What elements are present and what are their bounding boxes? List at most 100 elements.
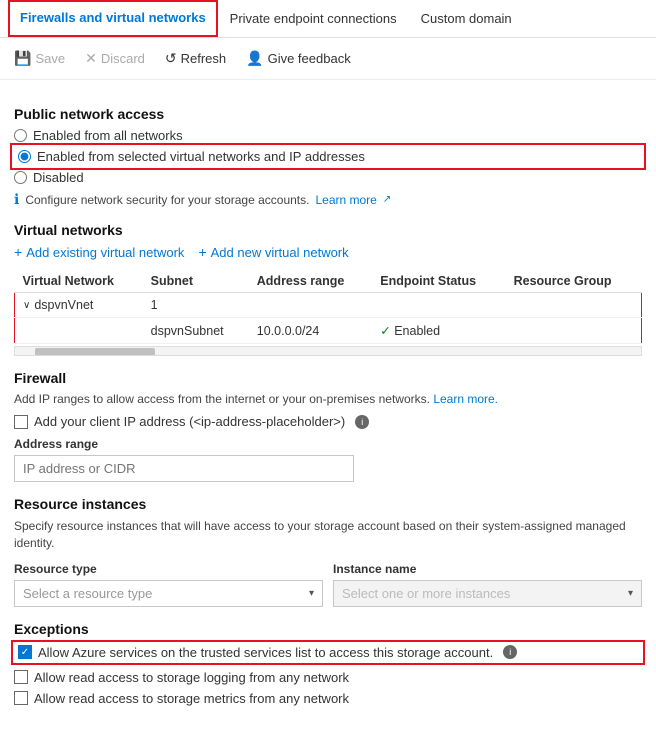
- tabs-bar: Firewalls and virtual networks Private e…: [0, 0, 656, 38]
- trusted-info-icon[interactable]: i: [503, 645, 517, 659]
- save-icon: 💾: [14, 50, 31, 67]
- add-existing-link[interactable]: + Add existing virtual network: [14, 244, 184, 260]
- discard-button[interactable]: ✕ Discard: [79, 46, 151, 71]
- refresh-icon: ↺: [165, 50, 177, 67]
- trusted-label: Allow Azure services on the trusted serv…: [38, 645, 493, 660]
- firewall-section: Firewall Add IP ranges to allow access f…: [14, 370, 642, 482]
- add-new-link[interactable]: + Add new virtual network: [198, 244, 348, 260]
- child-vnet-cell: [15, 318, 143, 344]
- client-ip-row: Add your client IP address (<ip-address-…: [14, 414, 642, 429]
- col-resource-group: Resource Group: [506, 270, 642, 293]
- vnet-addr-cell: [249, 293, 372, 318]
- tab-firewalls[interactable]: Firewalls and virtual networks: [8, 0, 218, 37]
- col-address-range: Address range: [249, 270, 372, 293]
- vnet-rg-cell: [506, 293, 642, 318]
- resource-instances-desc: Specify resource instances that will hav…: [14, 518, 642, 552]
- instance-name-select[interactable]: Select one or more instances ▾: [333, 580, 642, 607]
- radio-selected-label: Enabled from selected virtual networks a…: [37, 149, 365, 164]
- scrollbar-thumb: [35, 348, 155, 356]
- client-ip-label: Add your client IP address (<ip-address-…: [34, 414, 345, 429]
- plus-icon-new: +: [198, 244, 206, 260]
- virtual-networks-section: Virtual networks + Add existing virtual …: [14, 222, 642, 356]
- instance-name-col: Instance name Select one or more instanc…: [333, 562, 642, 607]
- exception-trusted-row: ✓ Allow Azure services on the trusted se…: [14, 643, 642, 662]
- refresh-button[interactable]: ↺ Refresh: [159, 46, 232, 71]
- resource-grid: Resource type Select a resource type ▾ I…: [14, 562, 642, 607]
- save-button[interactable]: 💾 Save: [8, 46, 71, 71]
- address-range-group: Address range: [14, 437, 642, 482]
- child-status-label: Enabled: [394, 324, 440, 338]
- client-ip-checkbox[interactable]: [14, 415, 28, 429]
- child-subnet-cell: dspvnSubnet: [143, 318, 249, 344]
- info-icon: ℹ: [14, 191, 19, 208]
- exception-logging-row: Allow read access to storage logging fro…: [14, 670, 642, 685]
- check-icon: ✓: [380, 324, 390, 338]
- main-content: Public network access Enabled from all n…: [0, 80, 656, 724]
- radio-selected-networks[interactable]: Enabled from selected virtual networks a…: [14, 147, 642, 166]
- trusted-checkbox[interactable]: ✓: [18, 645, 32, 659]
- logging-label: Allow read access to storage logging fro…: [34, 670, 349, 685]
- virtual-networks-title: Virtual networks: [14, 222, 642, 238]
- metrics-label: Allow read access to storage metrics fro…: [34, 691, 349, 706]
- address-range-label: Address range: [14, 437, 642, 451]
- radio-all-networks[interactable]: Enabled from all networks: [14, 128, 642, 143]
- child-status-cell: ✓ Enabled: [372, 318, 505, 344]
- learn-more-link[interactable]: Learn more: [315, 193, 376, 207]
- plus-icon-existing: +: [14, 244, 22, 260]
- resource-type-col: Resource type Select a resource type ▾: [14, 562, 323, 607]
- col-subnet: Subnet: [143, 270, 249, 293]
- tab-custom-domain[interactable]: Custom domain: [409, 1, 524, 36]
- discard-icon: ✕: [85, 50, 97, 67]
- radio-all-label: Enabled from all networks: [33, 128, 183, 143]
- tab-private-endpoints[interactable]: Private endpoint connections: [218, 1, 409, 36]
- firewall-desc-text: Add IP ranges to allow access from the i…: [14, 392, 430, 406]
- feedback-icon: 👤: [246, 50, 263, 67]
- instance-name-arrow-icon: ▾: [628, 588, 633, 599]
- firewall-title: Firewall: [14, 370, 642, 386]
- vnet-name: dspvnVnet: [34, 298, 93, 312]
- col-virtual-network: Virtual Network: [15, 270, 143, 293]
- public-access-title: Public network access: [14, 106, 642, 122]
- vnet-count-cell: 1: [143, 293, 249, 318]
- add-links: + Add existing virtual network + Add new…: [14, 244, 642, 260]
- radio-disabled-label: Disabled: [33, 170, 84, 185]
- toolbar: 💾 Save ✕ Discard ↺ Refresh 👤 Give feedba…: [0, 38, 656, 80]
- public-access-section: Public network access Enabled from all n…: [14, 106, 642, 208]
- external-link-icon: ↗: [383, 194, 391, 205]
- resource-instances-title: Resource instances: [14, 496, 642, 512]
- radio-selected-input[interactable]: [18, 150, 31, 163]
- exceptions-title: Exceptions: [14, 621, 642, 637]
- resource-type-label: Resource type: [14, 562, 323, 576]
- instance-name-label: Instance name: [333, 562, 642, 576]
- address-range-input[interactable]: [14, 455, 354, 482]
- vnet-name-cell: ∨ dspvnVnet: [15, 293, 143, 318]
- table-row-child: dspvnSubnet 10.0.0.0/24 ✓ Enabled: [15, 318, 642, 344]
- resource-instances-section: Resource instances Specify resource inst…: [14, 496, 642, 607]
- feedback-button[interactable]: 👤 Give feedback: [240, 46, 357, 71]
- firewall-learn-more[interactable]: Learn more.: [433, 392, 498, 406]
- client-ip-info-icon[interactable]: i: [355, 415, 369, 429]
- radio-disabled-input[interactable]: [14, 171, 27, 184]
- radio-disabled[interactable]: Disabled: [14, 170, 642, 185]
- instance-name-placeholder: Select one or more instances: [342, 586, 510, 601]
- col-endpoint-status: Endpoint Status: [372, 270, 505, 293]
- child-addr-cell: 10.0.0.0/24: [249, 318, 372, 344]
- radio-all-input[interactable]: [14, 129, 27, 142]
- add-existing-label: Add existing virtual network: [26, 245, 184, 260]
- table-row-group: ∨ dspvnVnet 1: [15, 293, 642, 318]
- metrics-checkbox[interactable]: [14, 691, 28, 705]
- resource-type-arrow-icon: ▾: [309, 588, 314, 599]
- firewall-desc: Add IP ranges to allow access from the i…: [14, 392, 642, 406]
- chevron-icon: ∨: [23, 300, 30, 311]
- exception-metrics-row: Allow read access to storage metrics fro…: [14, 691, 642, 706]
- radio-group: Enabled from all networks Enabled from s…: [14, 128, 642, 185]
- vnet-expand[interactable]: ∨ dspvnVnet: [23, 298, 135, 312]
- info-row: ℹ Configure network security for your st…: [14, 191, 642, 208]
- resource-type-placeholder: Select a resource type: [23, 586, 152, 601]
- add-new-label: Add new virtual network: [211, 245, 349, 260]
- horizontal-scrollbar[interactable]: [14, 346, 642, 356]
- child-rg-cell: [506, 318, 642, 344]
- vnet-table: Virtual Network Subnet Address range End…: [14, 270, 642, 344]
- resource-type-select[interactable]: Select a resource type ▾: [14, 580, 323, 607]
- logging-checkbox[interactable]: [14, 670, 28, 684]
